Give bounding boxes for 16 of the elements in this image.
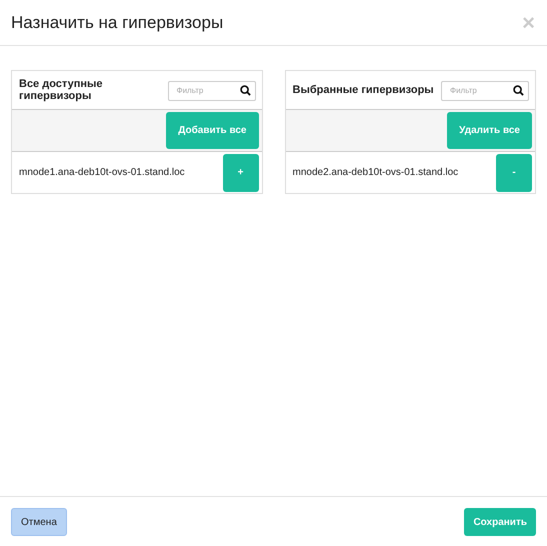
- filter-field[interactable]: Фильтр: [441, 80, 529, 100]
- hypervisor-name: mnode1.ana-deb10t-ovs-01.stand.loc: [19, 167, 185, 178]
- dialog-title: Назначить на гипервизоры: [11, 12, 224, 32]
- search-icon: [513, 85, 524, 96]
- item-action-button[interactable]: -: [496, 154, 532, 192]
- cancel-button[interactable]: Отмена: [11, 508, 67, 536]
- item-action-button[interactable]: +: [222, 154, 258, 192]
- close-button[interactable]: ×: [522, 12, 535, 34]
- panel-title: Выбранные гипервизоры: [292, 84, 434, 96]
- filter-field[interactable]: Фильтр: [168, 80, 256, 100]
- search-icon: [240, 85, 250, 96]
- save-button[interactable]: Сохранить: [464, 508, 536, 536]
- bulk-action-button[interactable]: Удалить все: [447, 112, 532, 149]
- panel-title: Все доступные гипервизоры: [19, 78, 104, 102]
- bulk-action-button[interactable]: Добавить все: [166, 112, 258, 149]
- hypervisor-name: mnode2.ana-deb10t-ovs-01.stand.loc: [292, 167, 458, 178]
